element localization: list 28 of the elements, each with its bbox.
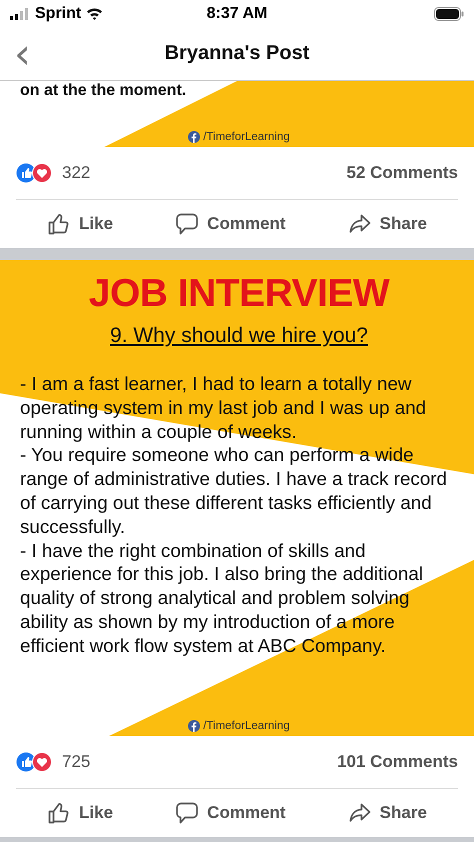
share-button[interactable]: Share [344,208,431,240]
share-button[interactable]: Share [344,797,431,829]
facebook-icon [188,131,200,143]
carrier-name: Sprint [35,4,82,22]
facebook-icon [188,720,200,732]
comments-link[interactable]: 52 Comments [346,163,458,183]
reaction-count: 322 [62,163,90,183]
comments-link[interactable]: 101 Comments [337,752,458,772]
image-text: on at the the moment. [20,81,188,101]
thumbs-up-icon [47,212,72,236]
wifi-icon [86,7,104,20]
clock-time: 8:37 AM [206,4,268,22]
image-question: 9. Why should we hire you? [109,324,369,348]
like-button[interactable]: Like [43,797,118,829]
comment-button[interactable]: Comment [171,797,290,829]
back-button[interactable]: ‹ [10,33,35,75]
like-button[interactable]: Like [43,208,118,240]
page-title: Bryanna's Post [164,42,310,65]
reaction-count: 725 [62,752,90,772]
battery-icon [434,6,464,20]
image-heading: JOB INTERVIEW [88,272,390,316]
comment-button[interactable]: Comment [171,208,290,240]
speech-bubble-icon [175,212,200,236]
image-footer-text: /TimeforLearning [203,720,290,732]
thumbs-up-icon [47,801,72,825]
speech-bubble-icon [175,801,200,825]
image-footer-text: /TimeforLearning [203,131,290,143]
signal-icon [10,8,30,20]
